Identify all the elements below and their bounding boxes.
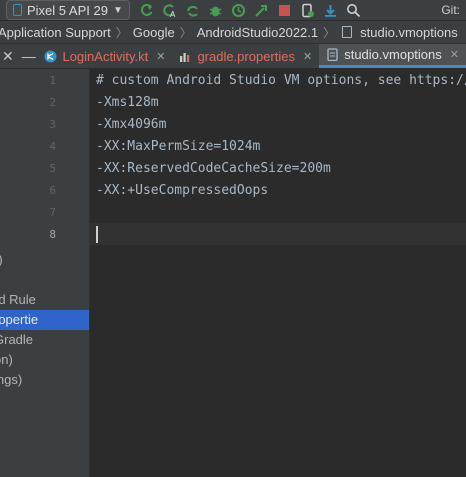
line-number-current: 8 (49, 228, 56, 241)
line-number: 7 (49, 206, 56, 219)
line-number: 3 (49, 118, 56, 131)
project-panel-controls: ✕ — (0, 44, 37, 68)
tab-label: gradle.properties (197, 48, 295, 64)
kotlin-file-icon (44, 50, 57, 62)
code-line: -XX:MaxPermSize=1024m (96, 139, 261, 154)
device-selector-label: Pixel 5 API 29 (27, 2, 108, 18)
close-icon[interactable]: ✕ (2, 48, 14, 65)
project-tree-item[interactable]: Gradle (0, 330, 33, 350)
profile-icon[interactable] (230, 2, 247, 19)
project-tree-item[interactable]: rd Rule (0, 290, 36, 310)
phone-icon (13, 4, 22, 16)
close-tab-icon[interactable]: ✕ (303, 50, 312, 63)
settings-file-icon (327, 48, 338, 61)
chevron-right-icon: 〉 (115, 25, 128, 40)
code-editor[interactable]: 1 2 3 4 5 6 7 8 # custom Android Studio … (49, 69, 466, 477)
code-line: -Xmx4096m (96, 117, 167, 132)
breadcrumb-item-application-support[interactable]: Application Support (0, 25, 115, 40)
device-manager-icon[interactable] (299, 2, 316, 19)
code-line: -XX:+UseCompressedOops (96, 183, 269, 198)
apply-code-changes-icon[interactable]: A (161, 2, 178, 19)
minimize-icon[interactable]: — (22, 48, 36, 64)
stop-icon[interactable] (276, 2, 293, 19)
code-line: -XX:ReservedCodeCacheSize=200m (96, 161, 331, 176)
current-line-highlight (90, 223, 466, 245)
breadcrumb-item-google[interactable]: Google (129, 25, 179, 40)
project-tree-item[interactable]: r) (0, 250, 3, 270)
apply-changes-icon[interactable] (138, 2, 155, 19)
attach-debugger-icon[interactable] (253, 2, 270, 19)
main-toolbar: Pixel 5 API 29 ▼ A Git: (0, 0, 466, 21)
breadcrumb-item-androidstudio[interactable]: AndroidStudio2022.1 (193, 25, 322, 40)
svg-text:A: A (170, 10, 176, 18)
chevron-down-icon: ▼ (112, 4, 123, 16)
text-caret (96, 226, 98, 243)
tab-studio-vmoptions[interactable]: studio.vmoptions ✕ (319, 44, 466, 68)
gradle-file-icon (180, 52, 190, 62)
tab-login-activity[interactable]: LoginActivity.kt ✕ (37, 44, 172, 68)
breadcrumb-item-file[interactable]: studio.vmoptions (356, 25, 462, 40)
tab-gradle-properties[interactable]: gradle.properties ✕ (172, 44, 319, 68)
git-label[interactable]: Git: (441, 3, 460, 17)
line-number: 5 (49, 162, 56, 175)
editor-tabs: ✕ — LoginActivity.kt ✕ gradle.properties… (0, 44, 466, 69)
close-tab-icon[interactable]: ✕ (156, 50, 165, 63)
code-line: -Xms128m (96, 95, 159, 110)
chevron-right-icon: 〉 (179, 25, 192, 40)
line-number: 1 (49, 74, 56, 87)
search-icon[interactable] (345, 2, 362, 19)
close-tab-icon[interactable]: ✕ (450, 48, 459, 61)
breadcrumb: Application Support 〉 Google 〉 AndroidSt… (0, 21, 466, 44)
line-number: 4 (49, 140, 56, 153)
device-selector[interactable]: Pixel 5 API 29 ▼ (6, 0, 130, 20)
sdk-manager-icon[interactable] (322, 2, 339, 19)
project-tree-item[interactable]: on) (0, 350, 13, 370)
debug-icon[interactable] (207, 2, 224, 19)
tab-label: LoginActivity.kt (62, 48, 149, 64)
sync-icon[interactable] (184, 2, 201, 19)
chevron-right-icon: 〉 (323, 25, 336, 40)
line-number: 2 (49, 96, 56, 109)
tab-label: studio.vmoptions (344, 47, 442, 62)
code-line: # custom Android Studio VM options, see … (96, 73, 466, 88)
line-number: 6 (49, 184, 56, 197)
settings-file-icon (342, 26, 353, 38)
project-tree-item[interactable]: ings) (0, 370, 22, 390)
project-tree-item-selected[interactable]: ropertie (0, 310, 89, 330)
